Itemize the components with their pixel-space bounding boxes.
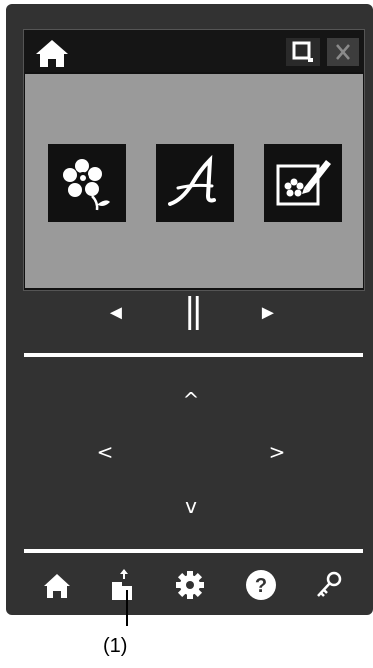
letter-a-icon <box>168 154 216 206</box>
zoom-button[interactable] <box>286 38 320 66</box>
close-button[interactable] <box>327 38 359 66</box>
flower-pattern-tile[interactable] <box>48 144 126 222</box>
next-button[interactable]: ► <box>258 303 278 323</box>
edit-pattern-icon <box>276 160 331 206</box>
screen-content <box>25 74 363 288</box>
character-tile[interactable] <box>156 144 234 222</box>
callout-label: (1) <box>103 635 128 657</box>
previous-button[interactable]: ◄ <box>106 303 126 323</box>
left-arrow-button[interactable]: < <box>95 442 115 462</box>
close-icon <box>336 44 350 60</box>
lower-divider <box>24 549 363 553</box>
key-icon[interactable] <box>312 568 346 602</box>
upper-divider <box>24 353 363 357</box>
pause-button[interactable]: || <box>184 294 203 328</box>
home-icon[interactable] <box>32 36 72 70</box>
flower-pattern-icon <box>63 159 110 211</box>
home-icon[interactable] <box>40 568 74 602</box>
down-arrow-button[interactable]: v <box>181 496 201 516</box>
up-arrow-button[interactable]: ^ <box>181 390 201 410</box>
svg-text:?: ? <box>255 575 267 597</box>
screen-titlebar <box>24 30 364 72</box>
settings-gear-icon[interactable] <box>173 568 207 602</box>
callout-line <box>126 590 128 626</box>
zoom-icon <box>292 41 313 62</box>
device-panel: ◄ || ► ^ < > v <box>6 4 373 615</box>
help-icon[interactable]: ? <box>244 568 278 602</box>
edit-pattern-tile[interactable] <box>264 144 342 222</box>
right-arrow-button[interactable]: > <box>267 442 287 462</box>
upload-icon[interactable] <box>107 568 141 602</box>
lcd-screen <box>23 29 365 291</box>
